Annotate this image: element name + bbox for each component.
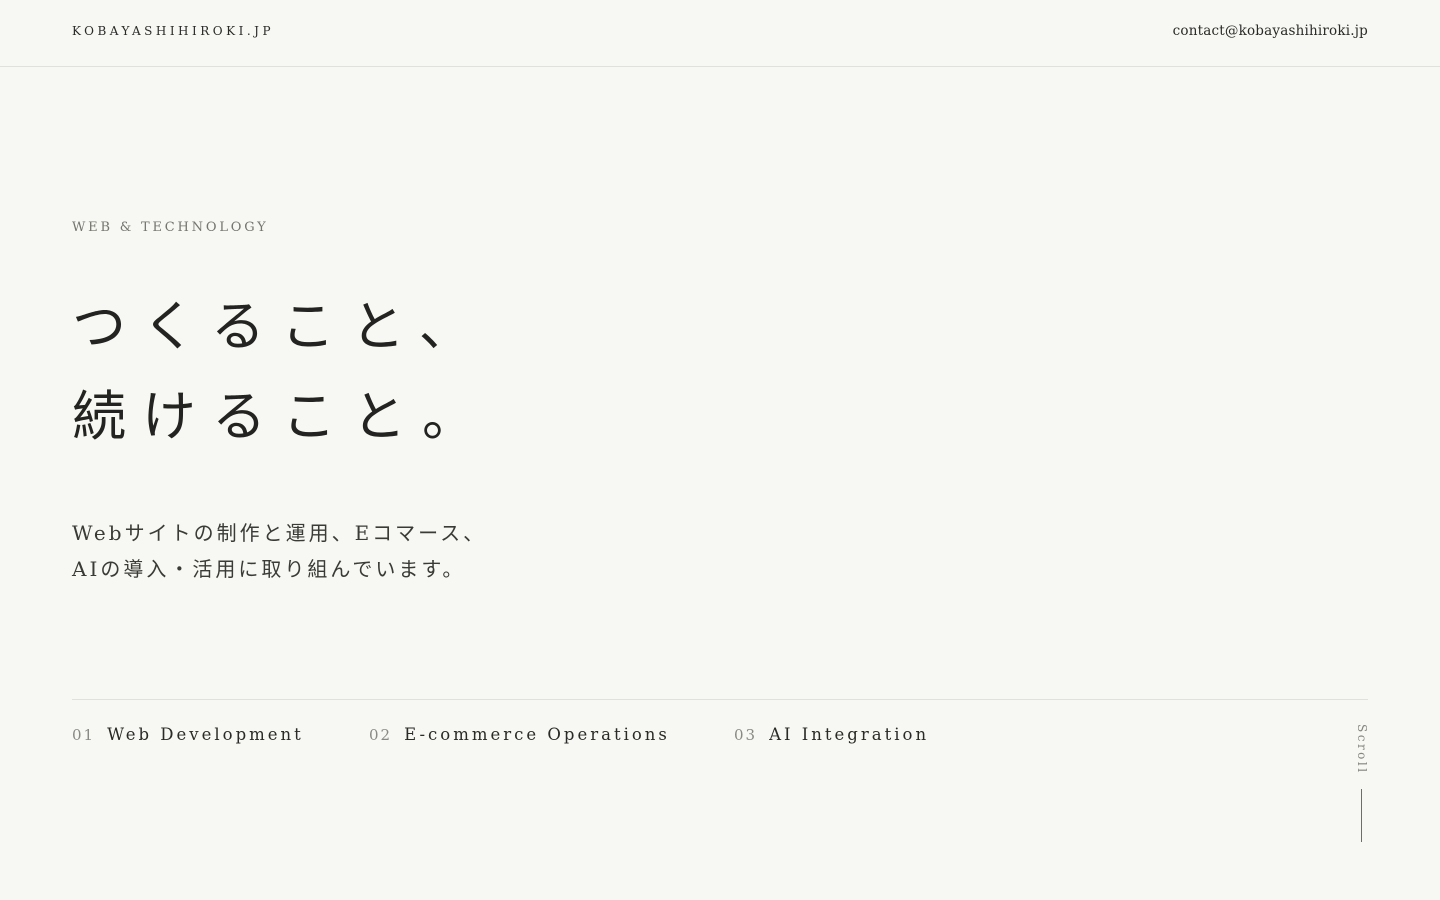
page: KOBAYASHIHIROKI.JP contact@kobayashihiro… [0,0,1440,900]
hero-lead-line-2: AIの導入・活用に取り組んでいます。 [72,557,466,581]
section-divider [72,699,1368,700]
service-item-ai-integration[interactable]: 03 AI Integration [734,725,929,744]
hero-lead-line-1: Webサイトの制作と運用、Eコマース、 [72,521,487,545]
site-title-link[interactable]: KOBAYASHIHIROKI.JP [72,24,274,38]
service-number: 01 [72,726,96,744]
site-header: KOBAYASHIHIROKI.JP contact@kobayashihiro… [0,0,1440,67]
service-number: 03 [734,726,758,744]
scroll-indicator[interactable]: Scroll [1352,724,1374,844]
service-number: 02 [369,726,393,744]
service-label: AI Integration [769,725,930,744]
hero-lead: Webサイトの制作と運用、Eコマース、 AIの導入・活用に取り組んでいます。 [72,515,486,587]
service-item-ecommerce-operations[interactable]: 02 E-commerce Operations [369,725,670,744]
scroll-label: Scroll [1355,724,1369,775]
hero-headline-line-1: つくること、 [72,295,489,358]
contact-email-link[interactable]: contact@kobayashihiroki.jp [1173,23,1368,39]
scroll-line-icon [1361,789,1362,842]
service-label: E-commerce Operations [404,725,670,744]
hero-headline: つくること、 続けること。 [72,282,492,462]
service-label: Web Development [107,725,304,744]
hero-eyebrow: WEB & TECHNOLOGY [72,220,269,235]
service-item-web-development[interactable]: 01 Web Development [72,725,304,744]
hero-headline-line-2: 続けること。 [72,385,492,448]
